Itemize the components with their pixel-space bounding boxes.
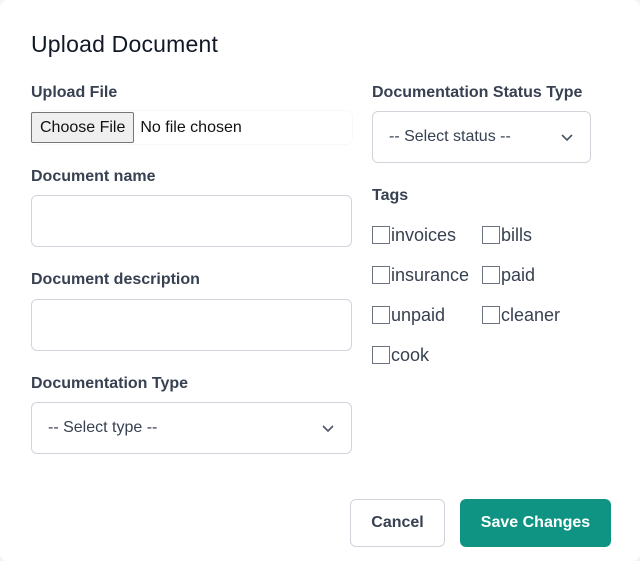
documentation-type-label: Documentation Type <box>31 375 189 392</box>
tag-invoices[interactable]: invoices <box>372 224 482 246</box>
chevron-down-icon <box>322 425 334 433</box>
modal-title: Upload Document <box>31 31 219 57</box>
document-name-label: Document name <box>31 168 156 185</box>
document-description-input[interactable] <box>31 299 352 351</box>
documentation-type-value: -- Select type -- <box>48 419 158 436</box>
choose-file-button[interactable]: Choose File <box>31 112 135 143</box>
tag-label: invoices <box>391 224 457 245</box>
tags-group: invoices bills insurance paid unpaid cle… <box>372 224 592 366</box>
checkbox[interactable] <box>372 266 390 284</box>
checkbox[interactable] <box>482 226 500 244</box>
chevron-down-icon <box>561 134 573 142</box>
tag-unpaid[interactable]: unpaid <box>372 304 482 326</box>
documentation-type-select[interactable]: -- Select type -- <box>31 402 352 454</box>
documentation-status-value: -- Select status -- <box>389 128 511 145</box>
cancel-button[interactable]: Cancel <box>350 499 445 547</box>
checkbox[interactable] <box>372 346 390 364</box>
tag-insurance[interactable]: insurance <box>372 264 482 286</box>
documentation-status-select[interactable]: -- Select status -- <box>372 111 591 163</box>
tag-cleaner[interactable]: cleaner <box>482 304 592 326</box>
checkbox[interactable] <box>482 266 500 284</box>
tags-label: Tags <box>372 187 409 204</box>
tag-cook[interactable]: cook <box>372 344 482 366</box>
file-status-text: No file chosen <box>140 118 242 136</box>
checkbox[interactable] <box>372 226 390 244</box>
tag-bills[interactable]: bills <box>482 224 592 246</box>
checkbox[interactable] <box>372 306 390 324</box>
tag-label: insurance <box>391 264 470 285</box>
tag-label: unpaid <box>391 304 446 325</box>
documentation-status-type-label: Documentation Status Type <box>372 84 583 101</box>
upload-file-label: Upload File <box>31 84 118 101</box>
save-changes-button[interactable]: Save Changes <box>460 499 611 547</box>
upload-document-modal: Upload Document Upload File Choose File … <box>0 0 640 561</box>
tag-label: bills <box>501 224 533 245</box>
document-name-input[interactable] <box>31 195 352 247</box>
file-input[interactable]: Choose File No file chosen <box>31 111 352 144</box>
tag-label: cook <box>391 344 430 365</box>
checkbox[interactable] <box>482 306 500 324</box>
document-description-label: Document description <box>31 271 200 288</box>
tag-paid[interactable]: paid <box>482 264 592 286</box>
tag-label: cleaner <box>501 304 561 325</box>
tag-label: paid <box>501 264 536 285</box>
